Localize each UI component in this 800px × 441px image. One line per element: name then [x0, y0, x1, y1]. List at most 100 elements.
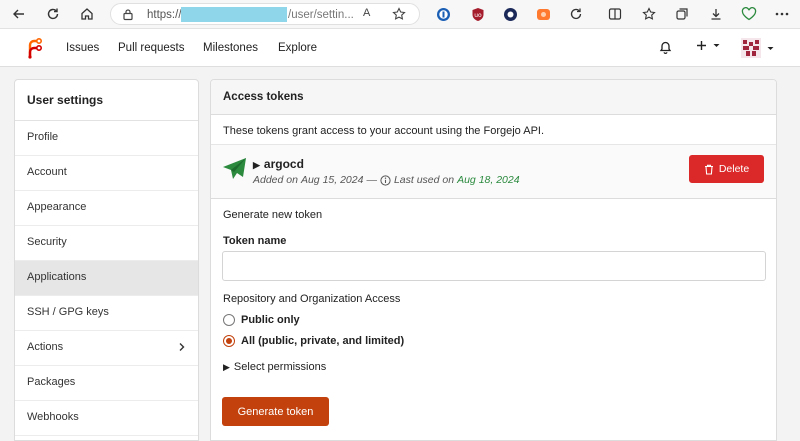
info-icon	[380, 174, 391, 186]
badge-icon	[503, 7, 517, 21]
favorite-button[interactable]	[392, 7, 406, 21]
panel-title: Access tokens	[211, 80, 776, 115]
collections-icon	[676, 8, 688, 20]
back-button[interactable]	[8, 3, 30, 25]
extension-orange[interactable]	[535, 6, 551, 22]
home-button[interactable]	[76, 3, 98, 25]
onepassword-icon	[436, 7, 450, 21]
nav-explore[interactable]: Explore	[278, 42, 317, 54]
url-protocol: https://	[147, 9, 182, 21]
ublock-extension[interactable]: uo	[470, 6, 486, 22]
radio-all-access[interactable]: All (public, private, and limited)	[223, 335, 404, 347]
sidebar-item-label: Account	[27, 166, 67, 178]
tokens-description: These tokens grant access to your accoun…	[223, 125, 545, 137]
reload-button[interactable]	[42, 3, 64, 25]
nav-pull-requests[interactable]: Pull requests	[118, 42, 184, 54]
nav-milestones[interactable]: Milestones	[203, 42, 258, 54]
sidebar-item-account[interactable]: Account	[15, 156, 198, 191]
forgejo-logo[interactable]	[26, 37, 42, 59]
caret-down-icon	[767, 46, 774, 50]
added-date: Aug 15, 2024	[300, 174, 364, 186]
token-name-label: Token name	[223, 235, 287, 247]
expand-triangle-icon: ▶	[253, 160, 260, 170]
lock-icon	[123, 9, 133, 21]
ublock-shield-icon: uo	[472, 7, 484, 21]
plus-icon	[697, 41, 706, 50]
read-aloud-icon: A	[363, 7, 371, 19]
last-used-prefix: Last used on	[393, 174, 455, 186]
generate-token-button[interactable]: Generate token	[222, 397, 329, 426]
sidebar-item-label: Webhooks	[27, 411, 79, 423]
sidebar-item-label: SSH / GPG keys	[27, 306, 109, 318]
caret-down-icon	[713, 44, 720, 47]
access-tokens-panel: Access tokens These tokens grant access …	[210, 79, 777, 441]
select-permissions-toggle[interactable]: ▶ Select permissions	[223, 361, 326, 373]
reload-icon	[47, 8, 59, 20]
forgejo-logo-icon	[28, 38, 42, 59]
address-bar[interactable]: https:// /user/settin... A	[110, 3, 420, 25]
password-manager-extension[interactable]	[435, 6, 451, 22]
sidebar-item-security[interactable]: Security	[15, 226, 198, 261]
download-icon	[711, 9, 721, 20]
downloads-button[interactable]	[708, 6, 724, 22]
bell-icon	[659, 41, 672, 54]
extensions-button[interactable]	[741, 6, 757, 22]
more-menu-button[interactable]	[774, 6, 790, 22]
last-used-date: Aug 18, 2024	[457, 174, 520, 186]
extension-badge[interactable]	[502, 6, 518, 22]
notifications-button[interactable]	[659, 40, 672, 54]
token-name-input[interactable]	[222, 251, 766, 281]
token-row: ▶ argocd Added on Aug 15, 2024 — Last use…	[211, 145, 776, 199]
radio-button-unchecked[interactable]	[223, 314, 235, 326]
sidebar-item-label: Profile	[27, 131, 59, 143]
radio-label: Public only	[241, 314, 300, 326]
sidebar-item-applications[interactable]: Applications	[15, 261, 198, 296]
svg-text:uo: uo	[474, 12, 482, 19]
sidebar-item-packages[interactable]: Packages	[15, 366, 198, 401]
sidebar-item-ssh-gpg-keys[interactable]: SSH / GPG keys	[15, 296, 198, 331]
star-icon	[392, 7, 406, 20]
read-aloud-button[interactable]: A	[363, 7, 370, 19]
trash-icon	[704, 164, 713, 175]
select-permissions-label: Select permissions	[233, 361, 327, 373]
settings-sidebar: User settings Profile Account Appearance…	[14, 79, 199, 441]
sidebar-item-label: Appearance	[27, 201, 87, 213]
access-section-label: Repository and Organization Access	[223, 293, 401, 305]
token-name[interactable]: ▶ argocd	[253, 157, 304, 171]
redacted-url-host	[181, 7, 287, 22]
sidebar-item-label: Actions	[27, 341, 64, 353]
refresh-extension[interactable]	[568, 6, 584, 22]
sidebar-item-label: Applications	[27, 271, 87, 283]
paper-plane-icon	[223, 158, 246, 179]
split-screen-icon	[608, 8, 622, 20]
url-path: /user/settin...	[288, 9, 354, 21]
nav-issues[interactable]: Issues	[66, 42, 99, 54]
refresh-icon	[570, 8, 582, 20]
sidebar-item-actions[interactable]: Actions	[15, 331, 198, 366]
user-menu-dropdown[interactable]	[741, 38, 775, 58]
orange-extension-icon	[536, 8, 550, 20]
generate-token-heading: Generate new token	[223, 209, 323, 221]
sidebar-item-label: Security	[27, 236, 67, 248]
favorites-star-icon	[642, 7, 656, 20]
delete-token-button[interactable]: Delete	[689, 155, 764, 183]
radio-public-only[interactable]: Public only	[223, 314, 300, 326]
more-dots-icon	[775, 12, 789, 16]
delete-label: Delete	[718, 163, 750, 175]
collections-button[interactable]	[674, 6, 690, 22]
sidebar-item-webhooks[interactable]: Webhooks	[15, 401, 198, 436]
added-prefix: Added on	[253, 174, 298, 186]
sidebar-title: User settings	[15, 80, 198, 121]
split-screen-button[interactable]	[607, 6, 623, 22]
chevron-right-icon	[179, 343, 185, 351]
sidebar-item-appearance[interactable]: Appearance	[15, 191, 198, 226]
radio-label: All (public, private, and limited)	[241, 335, 405, 347]
favorites-button[interactable]	[641, 6, 657, 22]
back-arrow-icon	[13, 9, 24, 19]
heart-pulse-icon	[741, 7, 757, 21]
sidebar-item-profile[interactable]: Profile	[15, 121, 198, 156]
sidebar-item-label: Packages	[27, 376, 76, 388]
browser-toolbar: https:// /user/settin... A uo	[0, 0, 800, 29]
create-new-dropdown[interactable]	[696, 40, 721, 51]
radio-button-checked[interactable]	[223, 335, 235, 347]
